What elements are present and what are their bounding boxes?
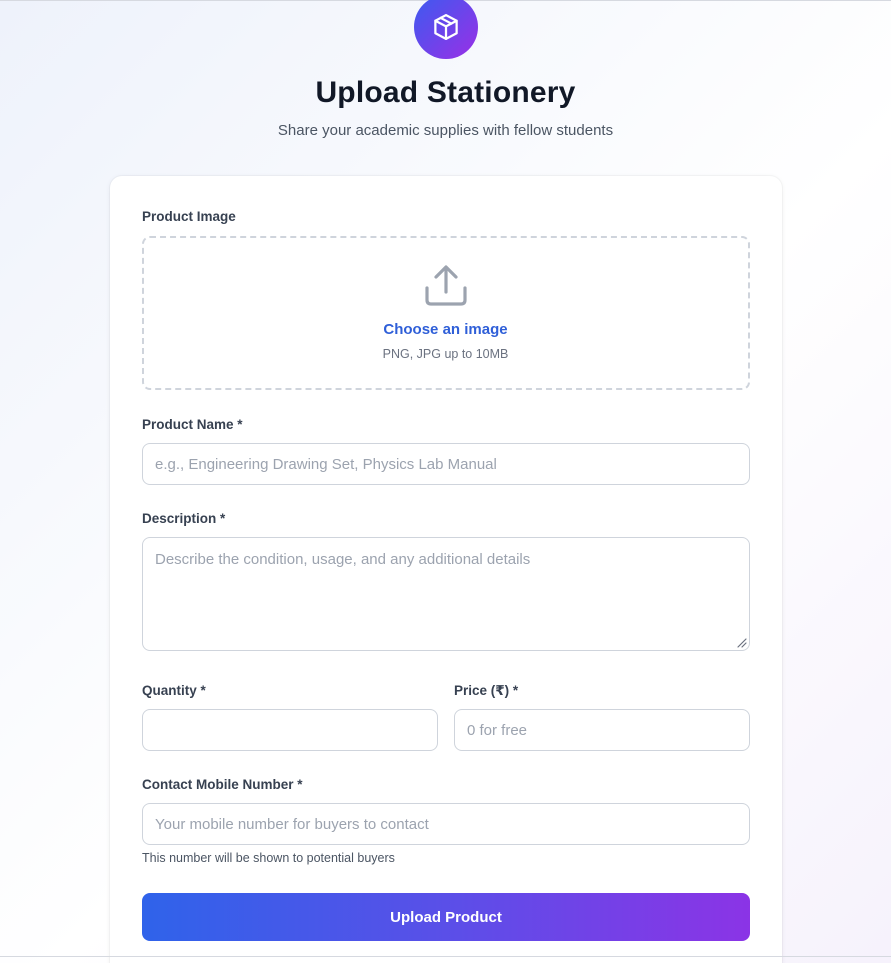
logo-badge <box>414 0 478 59</box>
page-subtitle: Share your academic supplies with fellow… <box>277 122 614 139</box>
quantity-input[interactable] <box>142 709 438 751</box>
upload-product-button[interactable]: Upload Product <box>142 893 750 941</box>
description-label: Description * <box>142 511 226 526</box>
resize-handle-icon[interactable] <box>735 636 747 648</box>
contact-number-label: Contact Mobile Number * <box>142 777 303 792</box>
package-icon <box>434 14 458 40</box>
contact-number-hint: This number will be shown to potential b… <box>142 851 395 865</box>
price-input[interactable] <box>454 709 750 751</box>
choose-image-link[interactable]: Choose an image <box>0 321 891 338</box>
product-image-label: Product Image <box>142 209 236 224</box>
contact-number-input[interactable] <box>142 803 750 845</box>
image-dropzone[interactable] <box>142 236 750 390</box>
description-textarea[interactable] <box>142 537 750 651</box>
product-name-input[interactable] <box>142 443 750 485</box>
product-name-label: Product Name * <box>142 417 243 432</box>
image-format-hint: PNG, JPG up to 10MB <box>382 347 509 361</box>
bottom-divider <box>0 956 891 957</box>
quantity-label: Quantity * <box>142 683 206 698</box>
upload-icon <box>425 265 467 306</box>
page-title: Upload Stationery <box>315 76 576 109</box>
price-label: Price (₹) * <box>454 683 519 698</box>
